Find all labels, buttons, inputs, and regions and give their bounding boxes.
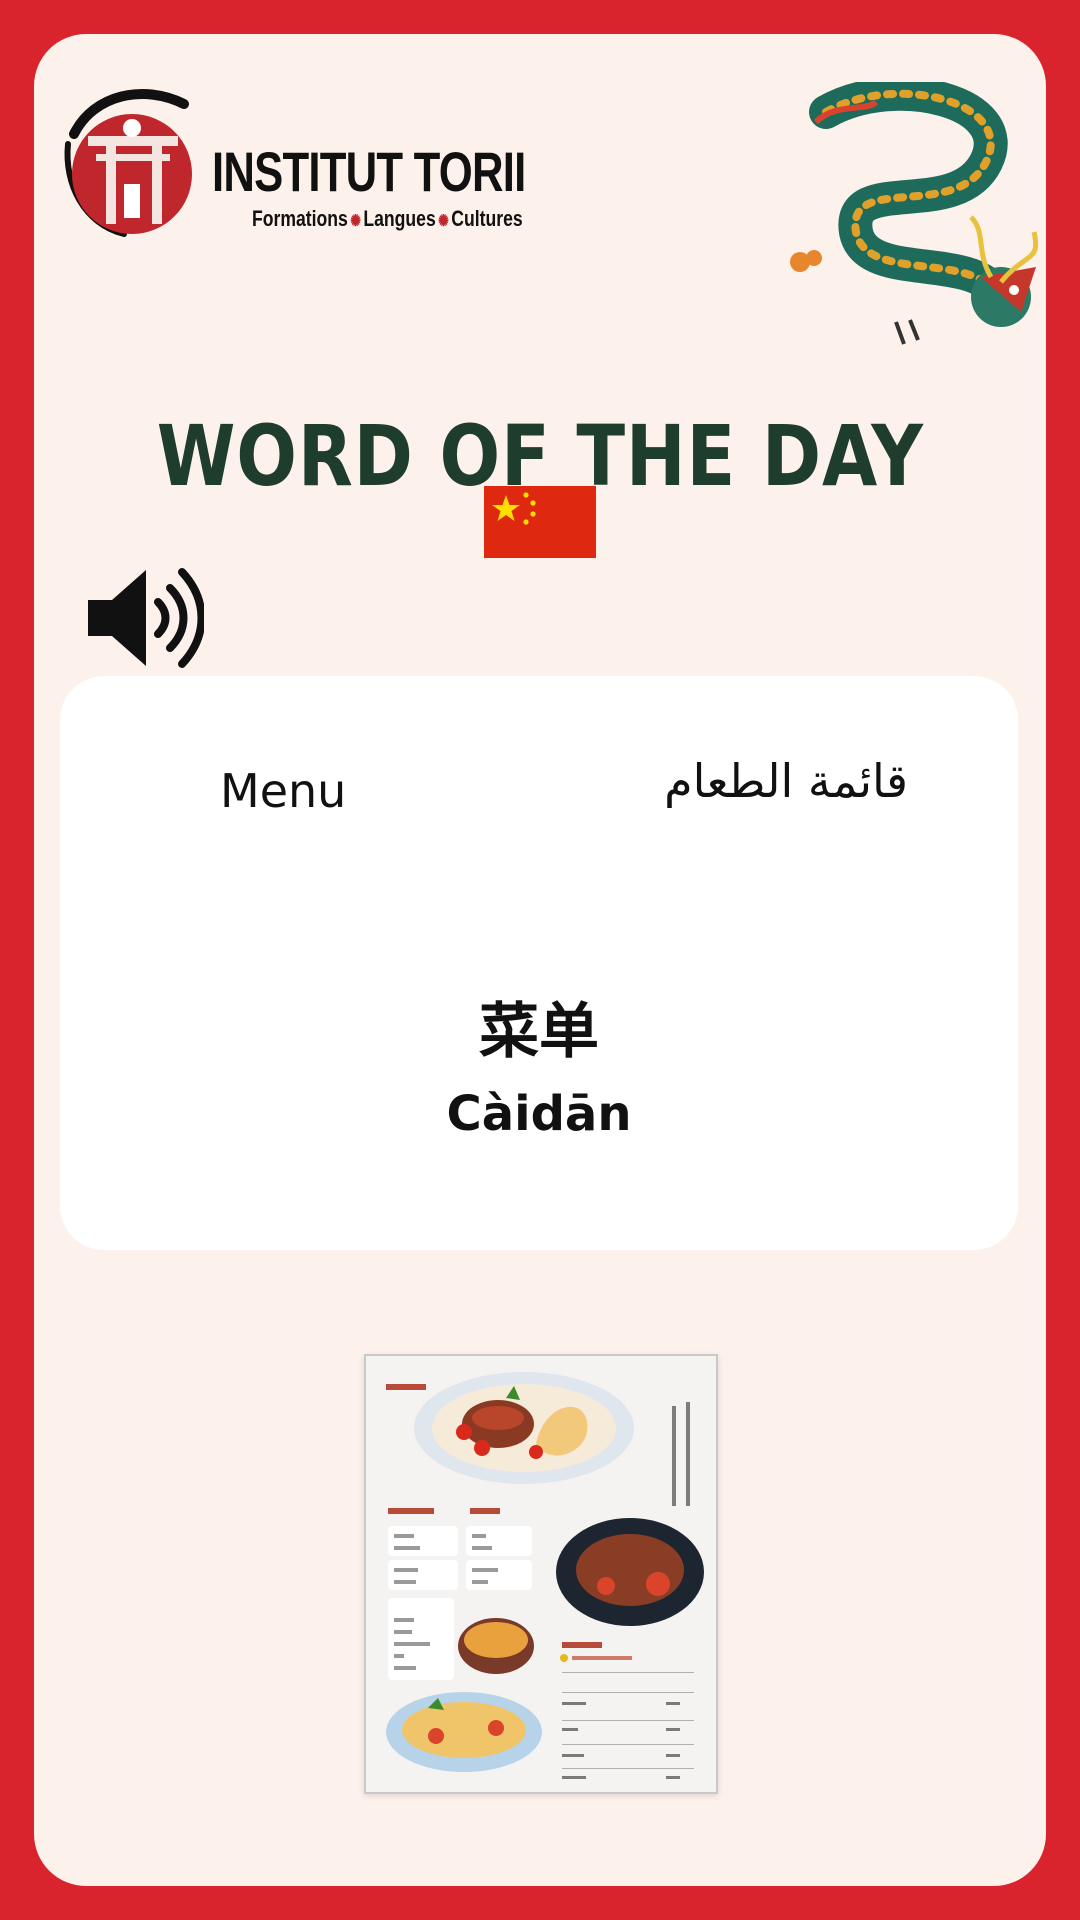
word-card: INSTITUT TORII Formations ✺ Langues ✺ Cultur… [34,34,1046,1886]
translation-arabic: قائمة الطعام [664,754,908,808]
pinyin: Càidān [446,1086,632,1142]
chinese-characters: 菜单 [479,997,599,1067]
speaker-icon[interactable] [84,562,204,674]
logo-subtitle-langues: Langues [363,206,436,231]
flower-icon: ✺ [438,213,449,230]
logo-title: INSTITUT TORII [212,140,526,203]
flower-icon: ✺ [350,213,361,230]
restaurant-menu-illustration [364,1354,718,1794]
torii-gate-icon [64,89,192,237]
word-panel: Menu قائمة الطعام 菜单 Càidān [60,676,1018,1250]
dragon-icon [790,82,1039,345]
institut-torii-logo: INSTITUT TORII Formations ✺ Langues ✺ Cultur… [54,74,526,244]
logo-subtitle: Formations ✺ Langues ✺ Cultures [252,208,523,230]
menu-picture [386,1372,704,1779]
china-flag-icon [484,486,596,558]
translation-french: Menu [220,764,347,818]
logo-subtitle-formations: Formations [252,206,348,231]
logo-subtitle-cultures: Cultures [451,206,523,231]
